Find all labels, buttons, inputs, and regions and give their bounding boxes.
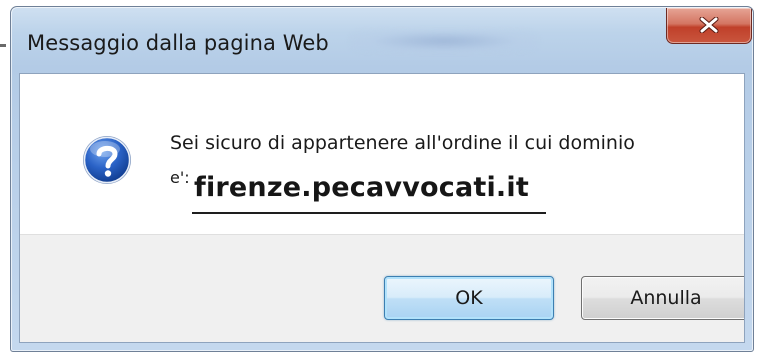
message-prefix: e': [170, 168, 190, 187]
close-icon [699, 17, 719, 33]
cancel-button[interactable]: Annulla [581, 276, 744, 320]
title-bar-blur-artifact [349, 29, 539, 53]
dialog-content: Sei sicuro di appartenere all'ordine il … [19, 73, 745, 343]
message-area: Sei sicuro di appartenere all'ordine il … [20, 74, 744, 234]
button-bar: OK Annulla [20, 234, 744, 342]
message-dialog: Messaggio dalla pagina Web Sei sicuro di… [10, 6, 754, 352]
domain-underline [192, 212, 546, 214]
ok-button[interactable]: OK [384, 276, 554, 320]
dialog-title-bar[interactable]: Messaggio dalla pagina Web [11, 7, 753, 73]
screen: Messaggio dalla pagina Web Sei sicuro di… [0, 0, 759, 358]
close-button[interactable] [666, 8, 752, 44]
question-icon [83, 136, 131, 184]
dialog-title: Messaggio dalla pagina Web [27, 31, 329, 55]
message-text: Sei sicuro di appartenere all'ordine il … [170, 132, 635, 154]
domain-text: firenze.pecavvocati.it [194, 172, 529, 203]
background-edge-mark [0, 44, 6, 47]
